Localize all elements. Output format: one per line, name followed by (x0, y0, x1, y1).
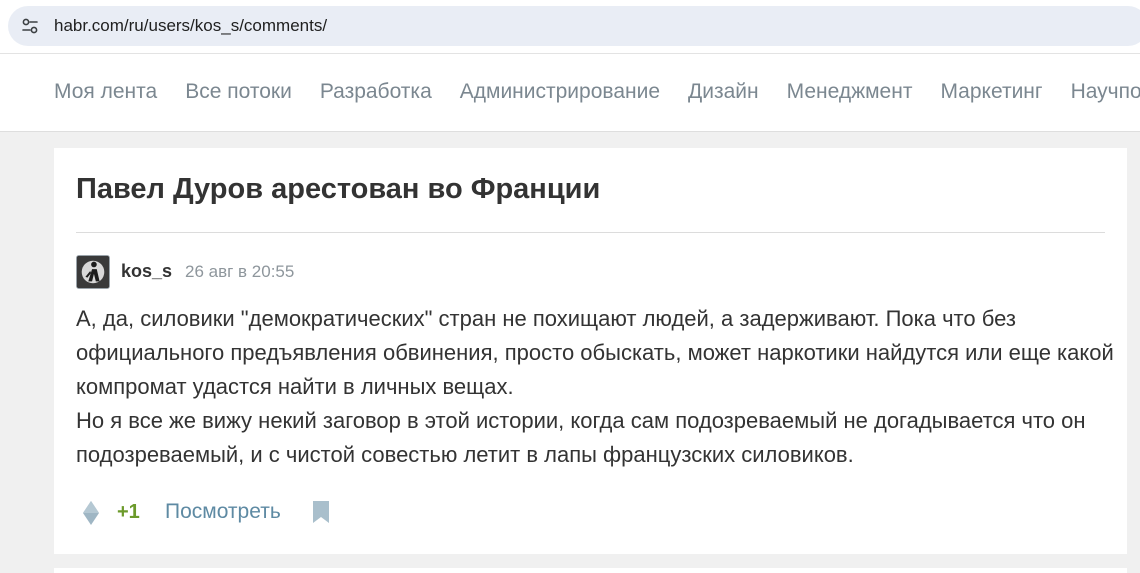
bookmark-icon[interactable] (312, 500, 330, 524)
nav-item-all-streams[interactable]: Все потоки (185, 78, 292, 106)
comment-score: +1 (117, 501, 140, 523)
comment-paragraph: Но я все же вижу некий заговор в этой ис… (76, 408, 1086, 467)
comment-body: А, да, силовики "демократических" стран … (76, 302, 1116, 472)
vote-diamond-icon[interactable] (80, 500, 102, 526)
tune-icon[interactable] (20, 16, 40, 36)
nav-item-administration[interactable]: Администрирование (460, 78, 660, 106)
nav-item-design[interactable]: Дизайн (688, 78, 759, 106)
nav-item-my-feed[interactable]: Моя лента (54, 78, 157, 106)
next-comment-card (54, 568, 1127, 573)
address-bar[interactable]: habr.com/ru/users/kos_s/comments/ (8, 6, 1140, 46)
comment-card: Павел Дуров арестован во Франции kos_s 2… (54, 148, 1127, 554)
comment-date[interactable]: 26 авг в 20:55 (185, 260, 294, 284)
nav-item-development[interactable]: Разработка (320, 78, 432, 106)
nav-list: Моя лента Все потоки Разработка Админист… (54, 78, 1140, 106)
hub-navigation: Моя лента Все потоки Разработка Админист… (0, 54, 1140, 132)
url-text[interactable]: habr.com/ru/users/kos_s/comments/ (54, 16, 327, 36)
divider (76, 232, 1105, 233)
post-title[interactable]: Павел Дуров арестован во Франции (76, 170, 600, 208)
comment-paragraph: А, да, силовики "демократических" стран … (76, 306, 1114, 399)
avatar-image (77, 256, 109, 288)
view-comment-link[interactable]: Посмотреть (165, 498, 281, 526)
avatar[interactable] (76, 255, 110, 289)
nav-item-management[interactable]: Менеджмент (787, 78, 913, 106)
nav-item-popsci[interactable]: Научпоп (1071, 78, 1140, 106)
nav-item-marketing[interactable]: Маркетинг (940, 78, 1042, 106)
author-name[interactable]: kos_s (121, 259, 172, 283)
browser-toolbar: habr.com/ru/users/kos_s/comments/ (0, 0, 1140, 54)
